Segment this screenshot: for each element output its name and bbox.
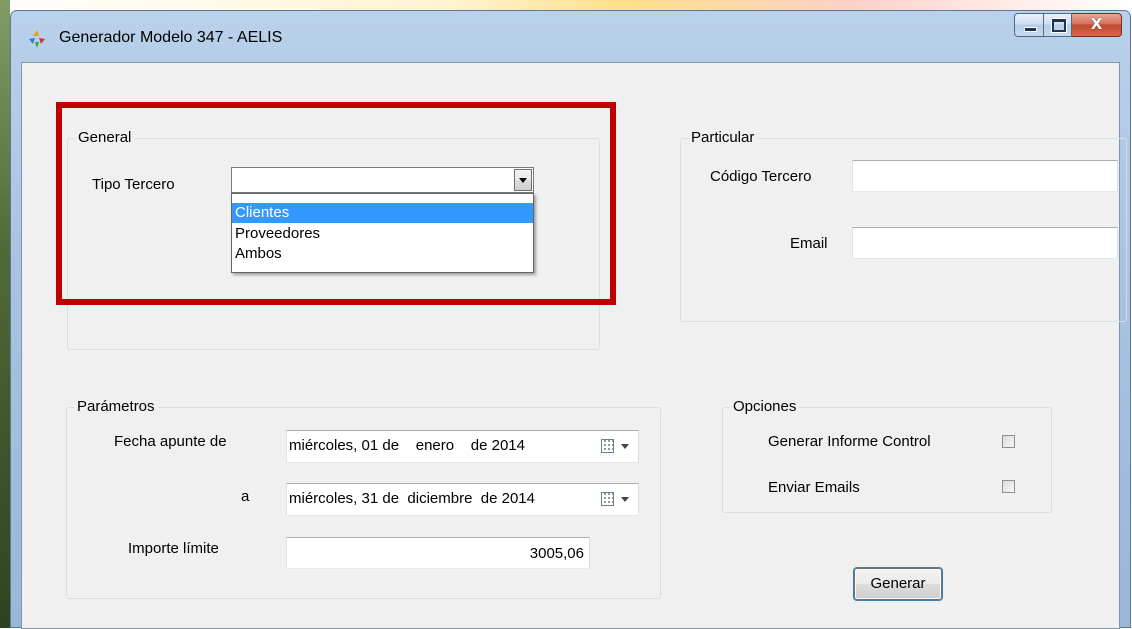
parametros-legend: Parámetros <box>74 398 158 415</box>
fecha-desde-value: miércoles, 01 de enero de 2014 <box>289 437 525 454</box>
enviar-emails-label: Enviar Emails <box>768 479 860 496</box>
fecha-a-label: a <box>241 488 250 505</box>
chevron-down-icon[interactable] <box>514 169 532 191</box>
app-icon <box>29 30 45 48</box>
calendar-icon[interactable] <box>601 492 614 506</box>
codigo-tercero-label: Código Tercero <box>710 168 812 185</box>
fecha-hasta-value: miércoles, 31 de diciembre de 2014 <box>289 490 535 507</box>
form-client-area: General Tipo Tercero Clientes Proveedore… <box>21 62 1127 629</box>
title-bar[interactable]: Generador Modelo 347 - AELIS X <box>11 11 1130 63</box>
opciones-group: Opciones <box>722 398 1052 513</box>
dropdown-item-proveedores[interactable]: Proveedores <box>232 223 533 245</box>
opciones-legend: Opciones <box>730 398 800 415</box>
close-button[interactable]: X <box>1072 13 1122 37</box>
generar-informe-checkbox[interactable] <box>1002 435 1015 448</box>
tipo-tercero-label: Tipo Tercero <box>92 176 175 193</box>
tipo-tercero-combo[interactable] <box>231 167 534 193</box>
generar-button[interactable]: Generar <box>854 568 942 600</box>
calendar-icon[interactable] <box>601 439 614 453</box>
minimize-button[interactable] <box>1014 13 1044 37</box>
generar-informe-label: Generar Informe Control <box>768 433 931 450</box>
dropdown-item-clientes[interactable]: Clientes <box>232 203 533 223</box>
fecha-desde-picker[interactable]: miércoles, 01 de enero de 2014 <box>286 430 639 463</box>
chevron-down-icon[interactable] <box>621 497 629 502</box>
fecha-hasta-picker[interactable]: miércoles, 31 de diciembre de 2014 <box>286 483 639 516</box>
chevron-down-icon[interactable] <box>621 444 629 449</box>
close-icon: X <box>1090 15 1103 33</box>
importe-limite-input[interactable]: 3005,06 <box>286 537 590 569</box>
maximize-icon <box>1052 19 1066 32</box>
particular-legend: Particular <box>688 129 758 146</box>
email-label: Email <box>790 235 828 252</box>
importe-limite-value: 3005,06 <box>529 545 584 562</box>
fecha-apunte-label: Fecha apunte de <box>114 433 227 450</box>
importe-limite-label: Importe límite <box>128 540 219 557</box>
app-window: Generador Modelo 347 - AELIS X General T… <box>10 10 1131 629</box>
desktop-background-strip <box>0 0 10 628</box>
dropdown-item-ambos[interactable]: Ambos <box>232 245 533 263</box>
window-title: Generador Modelo 347 - AELIS <box>59 29 283 46</box>
email-input[interactable] <box>852 227 1118 259</box>
enviar-emails-checkbox[interactable] <box>1002 480 1015 493</box>
general-legend: General <box>75 129 135 146</box>
window-controls: X <box>1014 13 1122 37</box>
codigo-tercero-input[interactable] <box>852 160 1118 192</box>
minimize-icon <box>1024 27 1037 32</box>
tipo-tercero-dropdown: Clientes Proveedores Ambos <box>231 193 534 273</box>
maximize-button[interactable] <box>1044 13 1072 37</box>
